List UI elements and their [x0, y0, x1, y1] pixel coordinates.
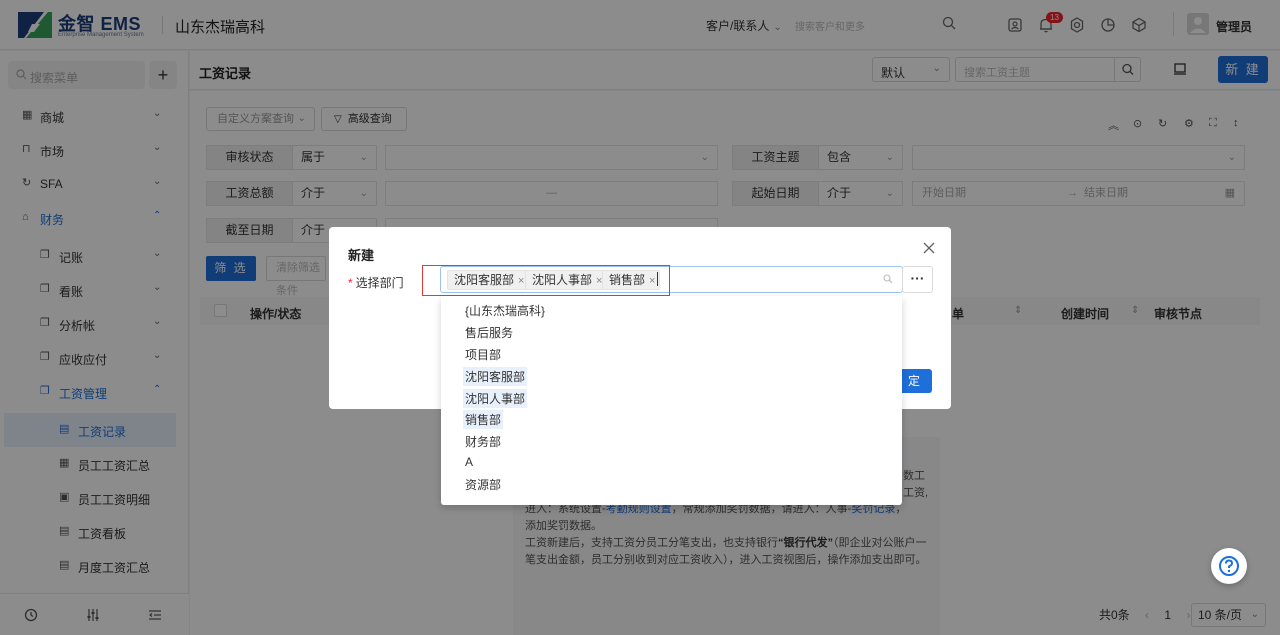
question-icon — [1219, 556, 1239, 576]
remove-tag-icon[interactable]: × — [518, 275, 524, 287]
tag-label: 沈阳客服部 — [454, 273, 515, 287]
department-select-input[interactable]: 沈阳客服部 × 沈阳人事部 × 销售部 × — [440, 266, 903, 293]
modal-title: 新建 — [348, 248, 375, 263]
dropdown-option[interactable]: {山东杰瑞高科} — [463, 301, 547, 320]
dropdown-option[interactable]: 财务部 — [463, 432, 503, 451]
help-button[interactable] — [1211, 548, 1247, 584]
department-tag: 沈阳人事部 × — [525, 270, 608, 290]
dropdown-option-selected[interactable]: 沈阳人事部 — [463, 389, 528, 408]
close-icon[interactable] — [922, 241, 936, 255]
department-dropdown: {山东杰瑞高科} 售后服务 项目部 沈阳客服部 沈阳人事部 销售部 财务部 A … — [441, 296, 902, 505]
department-field-label: * 选择部门 — [348, 274, 404, 291]
more-options-button[interactable]: ··· — [902, 266, 933, 293]
dropdown-option[interactable]: 资源部 — [463, 475, 503, 494]
dropdown-option[interactable]: 项目部 — [463, 345, 503, 364]
dropdown-option-selected[interactable]: 沈阳客服部 — [463, 367, 528, 386]
remove-tag-icon[interactable]: × — [649, 275, 655, 287]
dropdown-option-selected[interactable]: 销售部 — [463, 410, 504, 429]
department-tag: 沈阳客服部 × — [447, 270, 530, 290]
dropdown-option[interactable]: 售后服务 — [463, 323, 515, 342]
tag-label: 沈阳人事部 — [532, 273, 593, 287]
tag-label: 销售部 — [609, 273, 646, 287]
search-icon — [883, 274, 893, 284]
dropdown-option[interactable]: A — [463, 454, 475, 470]
department-label-text: 选择部门 — [355, 276, 404, 290]
department-tag: 销售部 × — [602, 270, 661, 290]
required-mark: * — [348, 276, 353, 290]
text-caret — [657, 272, 658, 286]
